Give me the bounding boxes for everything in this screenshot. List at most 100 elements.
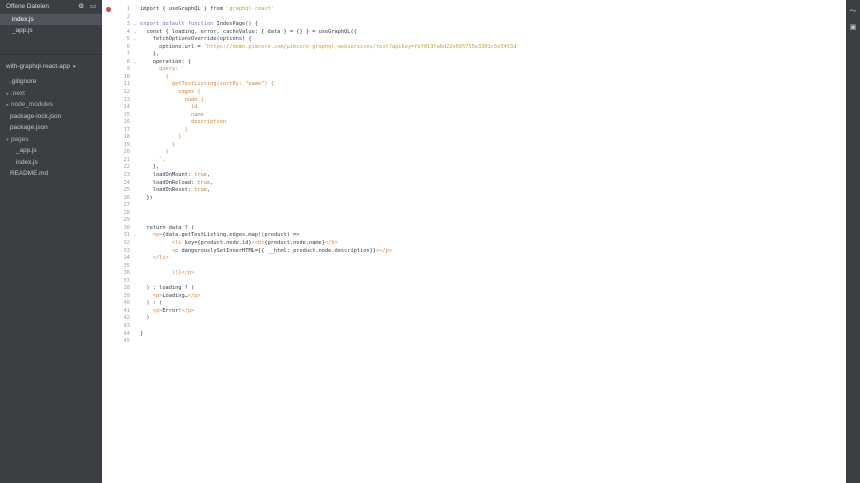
- line-number: 23: [123, 172, 130, 179]
- split-view-icon[interactable]: ▭: [90, 0, 96, 14]
- code-token: ))}</p>: [171, 270, 195, 277]
- code-token: true: [194, 172, 207, 179]
- gutter-line: 10: [102, 74, 138, 82]
- code-line: <li key={product.node.id}><b>{product.no…: [140, 240, 840, 248]
- open-file-item[interactable]: _app.js: [0, 25, 102, 36]
- code-token: <p>: [140, 292, 163, 299]
- fold-icon[interactable]: ▾: [134, 21, 136, 29]
- tree-file[interactable]: package.json: [0, 122, 102, 134]
- tree-item-label: package.json: [10, 124, 48, 131]
- code-token: <li: [140, 239, 185, 246]
- line-gutter: 1 2 3 ▾ 4 ▾ 5 ▾ 6 7 8 ▾ 9 10 11 12 13 14 15 16 17 18 19 20 21 22 2…: [102, 6, 138, 346]
- fold-icon[interactable]: ▾: [134, 36, 136, 44]
- gutter-line: 40: [102, 300, 138, 308]
- code-area[interactable]: import { useGraphQL } from 'graphql-reac…: [140, 6, 840, 346]
- error-icon[interactable]: [106, 7, 111, 12]
- line-number: 8: [126, 58, 130, 65]
- code-token: 'https://demo.pimcore.com/pimcore-graphq…: [203, 43, 520, 50]
- gutter-line: 6: [102, 44, 138, 52]
- gutter-line: 27: [102, 202, 138, 210]
- gutter-line: 7: [102, 51, 138, 59]
- code-token: }: [140, 141, 176, 148]
- line-number: 25: [123, 187, 130, 194]
- open-file-item[interactable]: index.js: [0, 14, 102, 25]
- line-number: 2: [126, 13, 130, 20]
- code-line: fetchOptionsOverride(options) {: [140, 36, 840, 44]
- tree-file[interactable]: index.js: [0, 157, 102, 169]
- line-number: 34: [123, 255, 130, 262]
- tree-item-label: package-lock.json: [10, 112, 62, 120]
- code-token: },: [140, 164, 160, 171]
- code-token: <p: [140, 247, 182, 254]
- fold-icon[interactable]: ▾: [134, 29, 136, 37]
- tree-file[interactable]: package-lock.json: [0, 111, 102, 123]
- code-token: edges {: [140, 89, 201, 96]
- line-number: 43: [123, 322, 130, 329]
- fold-icon[interactable]: ▾: [134, 59, 136, 67]
- project-header[interactable]: with-graphql-react-app ▾: [0, 60, 102, 73]
- gear-icon[interactable]: ⚙: [78, 0, 84, 14]
- tree-file[interactable]: README.md: [0, 168, 102, 180]
- line-number: 27: [123, 202, 130, 209]
- line-number: 31: [123, 232, 130, 239]
- tree-file[interactable]: _app.js: [0, 145, 102, 157]
- gutter-line: 42: [102, 315, 138, 323]
- code-token: }: [140, 126, 188, 133]
- gutter-line: 1: [102, 6, 138, 14]
- code-token: {data.getTestListing.edges.map((product)…: [162, 232, 300, 239]
- code-line: },: [140, 51, 840, 59]
- line-number: 22: [123, 164, 130, 171]
- line-number: 17: [123, 126, 130, 133]
- tree-item-label: README.md: [10, 170, 48, 177]
- gutter-line: 28: [102, 210, 138, 218]
- line-number: 45: [123, 338, 130, 345]
- code-line: ): [140, 315, 840, 323]
- code-token: </b>: [325, 239, 338, 246]
- gutter-line: 31 ▾: [102, 232, 138, 240]
- tree-folder[interactable]: ▸ .next: [0, 88, 102, 100]
- code-token: }: [140, 330, 144, 337]
- code-token: 'graphql-react': [226, 6, 274, 12]
- gutter-line: 30: [102, 225, 138, 233]
- gutter-line: 26: [102, 195, 138, 203]
- gutter-line: 17: [102, 127, 138, 135]
- activity-icon[interactable]: 〜: [849, 8, 857, 16]
- code-token: query: `: [140, 66, 185, 73]
- fold-icon[interactable]: ▾: [134, 232, 136, 240]
- code-token: node {: [140, 96, 204, 103]
- gutter-line: 20: [102, 149, 138, 157]
- gutter-line: 33: [102, 248, 138, 256]
- code-line: },: [140, 164, 840, 172]
- code-token: },: [140, 51, 160, 58]
- open-files-header: Offene Dateien ⚙ ▭: [0, 0, 102, 14]
- sidebar-divider: [0, 54, 102, 55]
- tree-folder[interactable]: ▸ node_modules: [0, 99, 102, 111]
- line-number: 19: [123, 141, 130, 148]
- code-token: ,: [206, 187, 211, 194]
- tree-folder[interactable]: ▾ pages: [0, 134, 102, 146]
- code-token: }: [140, 134, 182, 141]
- code-token: options.url =: [140, 43, 204, 50]
- code-editor[interactable]: 1 2 3 ▾ 4 ▾ 5 ▾ 6 7 8 ▾ 9 10 11 12 13 14 15 16 17 18 19 20 21 22 2…: [102, 0, 846, 483]
- tree-item-label: .gitignore: [10, 78, 37, 85]
- code-token: ) : (: [140, 300, 163, 307]
- line-number: 32: [123, 239, 130, 246]
- line-number: 41: [123, 307, 130, 314]
- gutter-line: 22: [102, 164, 138, 172]
- line-number: 11: [123, 81, 130, 88]
- chevron-right-icon: ▸: [6, 102, 9, 108]
- line-number: 35: [123, 262, 130, 269]
- gutter-line: 2: [102, 14, 138, 22]
- line-number: 20: [123, 149, 130, 156]
- code-line: import { useGraphQL } from 'graphql-reac…: [140, 6, 840, 14]
- code-line: loadOnMount: true,: [140, 172, 840, 180]
- gutter-line: 35: [102, 263, 138, 271]
- store-icon[interactable]: ▣: [849, 24, 857, 32]
- code-token: loadOnReset:: [140, 187, 195, 194]
- gutter-line: 44: [102, 331, 138, 339]
- code-token: getTestListing(sortBy: "name") {: [140, 81, 274, 88]
- line-number: 37: [123, 277, 130, 284]
- code-line: name: [140, 112, 840, 120]
- tree-file[interactable]: .gitignore: [0, 76, 102, 88]
